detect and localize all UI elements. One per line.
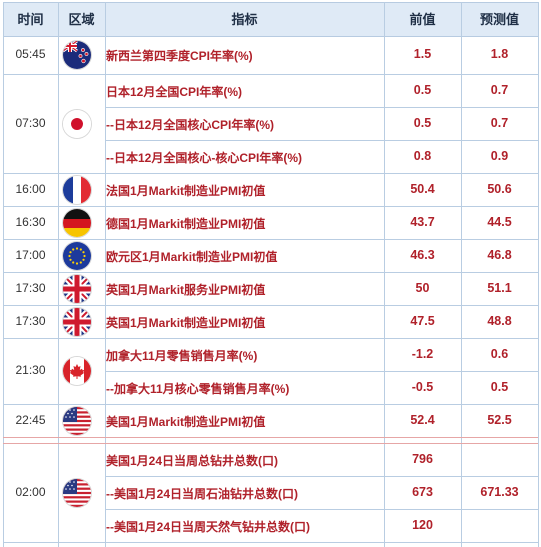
row-divider — [105, 509, 538, 510]
day-separator — [3, 443, 538, 444]
event-time: 21:30 — [15, 363, 46, 377]
column-divider — [538, 2, 539, 547]
new-zealand-flag-icon — [63, 41, 91, 69]
previous-value: 673 — [412, 484, 433, 499]
indicator-link[interactable]: 英国1月Markit服务业PMI初值 — [106, 281, 265, 298]
germany-flag-icon — [63, 208, 91, 237]
event-time: 17:30 — [15, 313, 46, 328]
forecast-value: 46.8 — [487, 247, 512, 262]
united-states-flag-icon — [63, 406, 91, 435]
canada-flag-icon — [63, 357, 91, 385]
forecast-value: 0.5 — [490, 379, 509, 394]
previous-value: 1.5 — [413, 47, 432, 61]
table-header: 时间 区域 指标 前值 预测值 — [3, 2, 538, 37]
previous-value: 120 — [412, 517, 433, 532]
previous-value: -0.5 — [411, 379, 434, 394]
row-divider — [3, 173, 538, 174]
previous-value: 0.5 — [413, 82, 432, 97]
row-divider — [3, 338, 538, 339]
column-divider — [58, 2, 59, 547]
indicator-link[interactable]: 加拿大11月零售销售月率(%) — [106, 347, 257, 364]
united-states-flag-icon — [63, 478, 91, 507]
event-time: 05:45 — [15, 47, 46, 61]
forecast-value: 0.7 — [490, 115, 509, 130]
economic-calendar: 时间 区域 指标 前值 预测值 05:45 新西兰第四季度CPI年率(%) 1.5 1… — [0, 0, 541, 547]
japan-flag-icon — [63, 109, 91, 138]
united-kingdom-flag-icon — [63, 307, 91, 336]
previous-value: 0.8 — [413, 148, 432, 163]
forecast-value: 1.8 — [490, 47, 509, 61]
indicator-link[interactable]: --日本12月全国核心-核心CPI年率(%) — [106, 149, 302, 166]
row-divider — [3, 74, 538, 75]
indicator-link[interactable]: 日本12月全国CPI年率(%) — [106, 83, 242, 100]
indicator-link[interactable]: 新西兰第四季度CPI年率(%) — [106, 47, 253, 64]
day-separator — [3, 437, 538, 438]
previous-value: -1.2 — [411, 346, 434, 361]
row-divider — [105, 371, 538, 372]
eurozone-flag-icon — [63, 241, 91, 270]
row-divider — [3, 239, 538, 240]
indicator-link[interactable]: --美国1月24日当周天然气钻井总数(口) — [106, 518, 310, 535]
forecast-value: 52.5 — [487, 412, 512, 427]
header-time: 时间 — [17, 12, 44, 27]
indicator-link[interactable]: --美国1月24日当周石油钻井总数(口) — [106, 485, 298, 502]
previous-value: 50.4 — [410, 181, 435, 196]
united-kingdom-flag-icon — [63, 274, 91, 303]
forecast-value: 0.6 — [490, 346, 509, 361]
event-time: 02:00 — [15, 484, 46, 499]
row-divider — [105, 140, 538, 141]
row-divider — [3, 404, 538, 405]
header-region: 区域 — [68, 12, 95, 27]
row-divider — [105, 476, 538, 477]
forecast-value: 0.9 — [490, 148, 509, 163]
forecast-value: 671.33 — [480, 484, 519, 499]
indicator-link[interactable]: --日本12月全国核心CPI年率(%) — [106, 116, 274, 133]
indicator-link[interactable]: 法国1月Markit制造业PMI初值 — [106, 182, 265, 199]
row-divider — [3, 272, 538, 273]
previous-value: 52.4 — [410, 412, 435, 427]
indicator-link[interactable]: 英国1月Markit制造业PMI初值 — [106, 314, 265, 331]
previous-value: 47.5 — [410, 313, 435, 328]
column-divider — [3, 2, 4, 547]
header-indicator: 指标 — [231, 12, 258, 27]
event-time: 16:30 — [15, 214, 46, 229]
forecast-value: 48.8 — [487, 313, 512, 328]
row-divider — [3, 305, 538, 306]
header-previous: 前值 — [409, 12, 436, 27]
previous-value: 50 — [415, 280, 430, 295]
event-time: 16:00 — [15, 181, 46, 196]
forecast-value: 51.1 — [487, 280, 512, 295]
event-time: 22:45 — [15, 412, 46, 427]
indicator-link[interactable]: --加拿大11月核心零售销售月率(%) — [106, 380, 289, 397]
row-divider — [3, 206, 538, 207]
previous-value: 43.7 — [410, 214, 435, 229]
row-divider — [3, 542, 538, 543]
indicator-link[interactable]: 德国1月Markit制造业PMI初值 — [106, 215, 265, 232]
forecast-value: 50.6 — [487, 181, 512, 196]
indicator-link[interactable]: 美国1月24日当周总钻井总数(口) — [106, 452, 278, 469]
forecast-value: 0.7 — [490, 82, 509, 97]
previous-value: 0.5 — [413, 115, 432, 130]
event-time: 17:30 — [15, 280, 46, 295]
event-time: 07:30 — [15, 115, 46, 130]
header-forecast: 预测值 — [479, 12, 519, 27]
indicator-link[interactable]: 欧元区1月Markit制造业PMI初值 — [106, 248, 277, 265]
indicator-link[interactable]: 美国1月Markit制造业PMI初值 — [106, 413, 265, 430]
previous-value: 46.3 — [410, 247, 435, 262]
event-time: 17:00 — [15, 247, 46, 262]
forecast-value: 44.5 — [487, 214, 512, 229]
france-flag-icon — [63, 175, 91, 204]
previous-value: 796 — [412, 451, 433, 466]
row-divider — [105, 107, 538, 108]
